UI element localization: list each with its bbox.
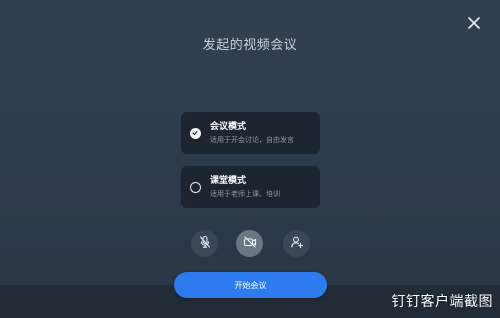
mode-description: 适用于开会讨论，自由发言 xyxy=(210,135,294,144)
radio-checked-icon[interactable] xyxy=(190,127,201,139)
radio-unchecked-icon[interactable] xyxy=(190,181,201,193)
mode-name: 课堂模式 xyxy=(210,175,247,186)
invite-member-button[interactable] xyxy=(283,230,310,257)
add-user-icon xyxy=(290,234,304,253)
mode-name: 会议模式 xyxy=(210,121,247,132)
video-meeting-dialog: 发起的视频会议 会议模式 适用于开会讨论，自由发言 课堂模式 适用于老师上课、培… xyxy=(0,0,500,318)
start-meeting-button[interactable]: 开始会议 xyxy=(174,272,327,298)
mode-option-meeting[interactable]: 会议模式 适用于开会讨论，自由发言 xyxy=(181,112,320,154)
camera-toggle-button[interactable] xyxy=(236,230,263,257)
camera-off-icon xyxy=(243,234,257,253)
mic-toggle-button[interactable] xyxy=(191,230,218,257)
mode-description: 适用于老师上课、培训 xyxy=(210,189,280,198)
mode-option-classroom[interactable]: 课堂模式 适用于老师上课、培训 xyxy=(181,166,320,208)
watermark: 钉钉客户端截图 xyxy=(391,294,493,310)
close-icon[interactable] xyxy=(466,15,482,31)
mic-muted-icon xyxy=(198,234,212,253)
dialog-title: 发起的视频会议 xyxy=(202,38,298,53)
